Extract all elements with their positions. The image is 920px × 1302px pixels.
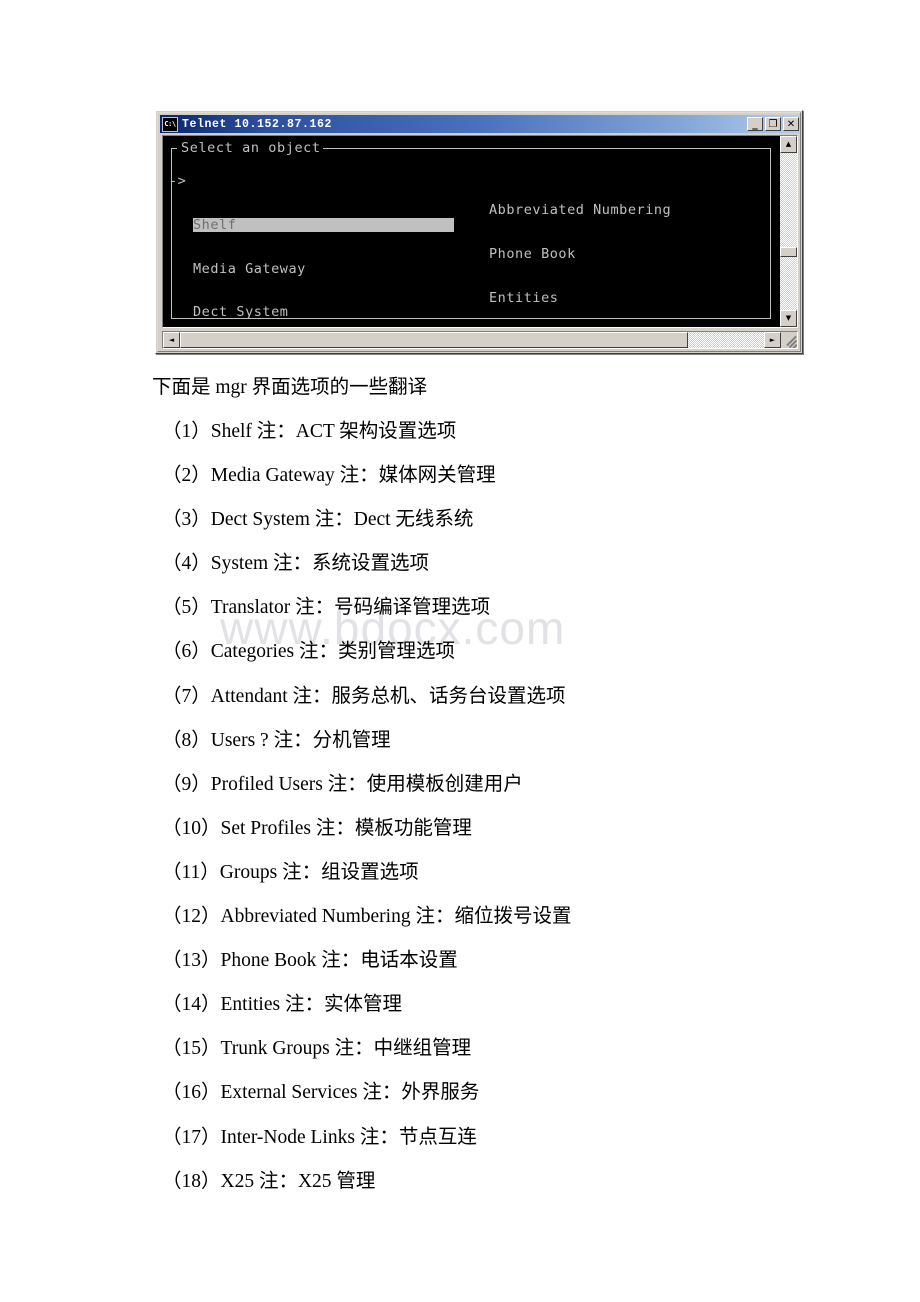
- list-item: （15）Trunk Groups 注：中继组管理: [162, 1038, 472, 1060]
- telnet-window-inner-frame: C:\ Telnet 10.152.87.162 _ ❐ ✕ Select an…: [157, 112, 801, 352]
- list-item: （2）Media Gateway 注：媒体网关管理: [162, 465, 496, 487]
- telnet-window[interactable]: C:\ Telnet 10.152.87.162 _ ❐ ✕ Select an…: [155, 110, 803, 354]
- list-item: （12）Abbreviated Numbering 注：缩位拨号设置: [162, 906, 572, 928]
- maximize-button[interactable]: ❐: [765, 117, 781, 131]
- window-titlebar[interactable]: C:\ Telnet 10.152.87.162 _ ❐ ✕: [160, 115, 800, 133]
- list-item: （3）Dect System 注：Dect 无线系统: [162, 509, 474, 531]
- close-button[interactable]: ✕: [783, 117, 799, 131]
- translation-list: （1）Shelf 注：ACT 架构设置选项 （2）Media Gateway 注…: [152, 410, 852, 1204]
- menu-item-phone-book[interactable]: Phone Book: [489, 247, 782, 262]
- menu-item-media-gateway[interactable]: Media Gateway: [193, 261, 489, 277]
- list-item: （13）Phone Book 注：电话本设置: [162, 950, 458, 972]
- intro-paragraph: 下面是 mgr 界面选项的一些翻译: [152, 377, 428, 398]
- vertical-scrollbar[interactable]: ▲ ▼: [780, 136, 797, 327]
- list-item: （11）Groups 注：组设置选项: [162, 861, 419, 883]
- list-item: （18）X25 注：X25 管理: [162, 1170, 376, 1192]
- list-item: （9）Profiled Users 注：使用模板创建用户: [162, 773, 523, 795]
- scroll-right-button[interactable]: ►: [764, 332, 781, 348]
- list-item: （10）Set Profiles 注：模板功能管理: [162, 817, 472, 839]
- object-menu-left-column: -> Shelf Media Gateway Dect System Syste…: [169, 174, 489, 327]
- list-item: （4）System 注：系统设置选项: [162, 553, 430, 575]
- menu-item-shelf[interactable]: Shelf: [193, 218, 454, 233]
- list-item: （16）External Services 注：外界服务: [162, 1082, 480, 1104]
- vertical-scrollbar-thumb[interactable]: [780, 247, 797, 257]
- console-icon: C:\: [162, 116, 178, 132]
- list-item: （7）Attendant 注：服务总机、话务台设置选项: [162, 685, 566, 707]
- vertical-scrollbar-track[interactable]: [780, 153, 797, 310]
- console-screen[interactable]: Select an object -> Shelf Media Gateway …: [163, 136, 782, 327]
- frame-legend: Select an object: [179, 140, 323, 156]
- window-title: Telnet 10.152.87.162: [182, 117, 333, 131]
- console-area: Select an object -> Shelf Media Gateway …: [162, 135, 798, 328]
- chevron-down-icon: ▼: [785, 314, 792, 322]
- horizontal-scrollbar[interactable]: ◄ ►: [162, 331, 798, 349]
- list-item: （1）Shelf 注：ACT 架构设置选项: [162, 421, 457, 442]
- chevron-right-icon: ►: [769, 335, 776, 344]
- scroll-up-button[interactable]: ▲: [780, 136, 797, 153]
- resize-grip[interactable]: [781, 332, 797, 348]
- list-item: （6）Categories 注：类别管理选项: [162, 641, 456, 663]
- chevron-up-icon: ▲: [785, 140, 792, 148]
- menu-item-entities[interactable]: Entities: [489, 291, 782, 306]
- menu-item-dect-system[interactable]: Dect System: [193, 305, 489, 320]
- scroll-left-button[interactable]: ◄: [163, 332, 180, 348]
- scroll-down-button[interactable]: ▼: [780, 310, 797, 327]
- object-menu: -> Shelf Media Gateway Dect System Syste…: [169, 174, 782, 327]
- list-item: （8）Users ? 注：分机管理: [162, 729, 391, 751]
- minimize-button[interactable]: _: [747, 117, 763, 131]
- list-item: （5）Translator 注：号码编译管理选项: [162, 597, 491, 619]
- list-item: （17）Inter-Node Links 注：节点互连: [162, 1126, 477, 1148]
- selection-cursor-icon: ->: [169, 173, 187, 189]
- object-menu-right-column: Abbreviated Numbering Phone Book Entitie…: [489, 174, 782, 327]
- maximize-icon: ❐: [768, 118, 778, 130]
- chevron-left-icon: ◄: [168, 335, 175, 344]
- list-item: （14）Entities 注：实体管理: [162, 994, 402, 1016]
- horizontal-scrollbar-thumb[interactable]: [180, 332, 688, 348]
- minimize-icon: _: [752, 117, 758, 130]
- close-icon: ✕: [786, 118, 796, 130]
- console-icon-label: C:\: [164, 119, 176, 128]
- menu-item-abbreviated-numbering[interactable]: Abbreviated Numbering: [489, 203, 782, 218]
